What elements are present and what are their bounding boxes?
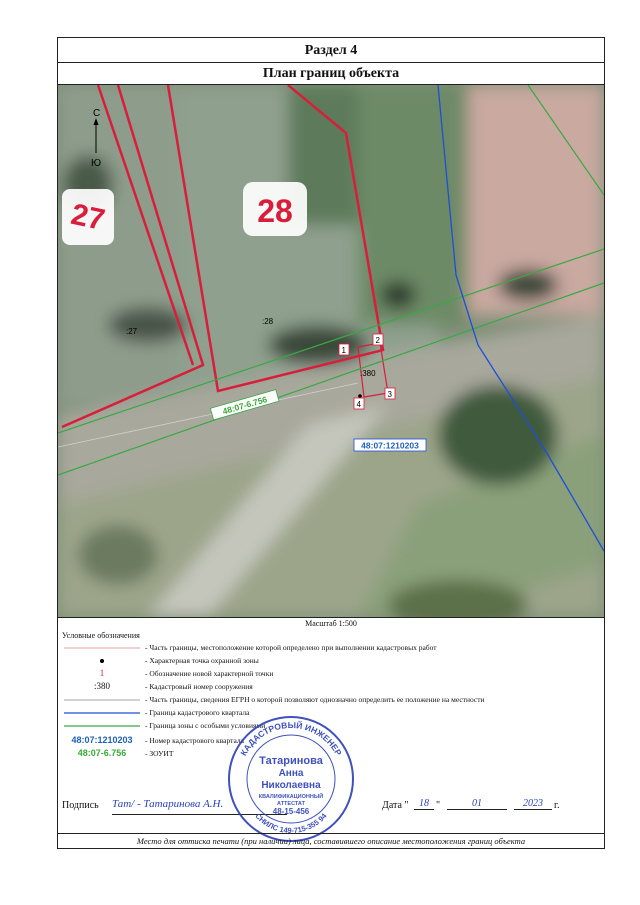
date-year: 2023	[514, 798, 552, 810]
aerial-texture	[58, 85, 604, 617]
label-28: :28	[262, 317, 274, 326]
parcel-28-badge: 28	[243, 182, 307, 236]
quarter-label: 48:07:1210203	[361, 441, 419, 451]
point-3: 3	[384, 387, 396, 400]
section-title: Раздел 4	[58, 38, 604, 63]
legend-item-new-boundary: - Часть границы, местоположение которой …	[58, 642, 598, 653]
parcel-27-badge: 27	[62, 189, 114, 245]
point-2: 2	[372, 333, 384, 346]
footer-note: Место для оттиска печати (при наличии) л…	[58, 833, 604, 846]
date-month: 01	[447, 798, 507, 810]
stamp-name-2: Анна	[279, 768, 304, 779]
svg-text:3: 3	[388, 390, 393, 399]
legend-item-zone-point: - Характерная точка охранной зоны	[58, 655, 598, 666]
stamp-top-arc: КАДАСТРОВЫЙ ИНЖЕНЕР	[238, 719, 344, 757]
date-day: 18	[414, 798, 434, 810]
scale-label: Масштаб 1:500	[305, 619, 357, 628]
legend-item-structure-number: :380 - Кадастровый номер сооружения	[93, 681, 253, 691]
svg-text:2: 2	[376, 336, 381, 345]
legend-symbol-gray-line	[64, 699, 140, 701]
date-year-suffix: г.	[554, 800, 560, 811]
signature-label: Подпись	[62, 800, 99, 811]
point-1: 1	[338, 343, 350, 356]
legend-symbol-blue-line	[64, 712, 140, 714]
aerial-map: С Ю 27 28 :27 :28 :380 1 2 3 4 48:07-6.7…	[58, 85, 604, 618]
south-label: Ю	[91, 158, 101, 169]
legend-symbol-pink-line	[64, 647, 140, 649]
legend-item-egrn-boundary: - Часть границы, сведения ЕГРН о которой…	[58, 694, 598, 705]
stamp-name-3: Николаевна	[261, 780, 321, 791]
stamp-cert-1: КВАЛИФИКАЦИОННЫЙ	[259, 792, 323, 800]
legend-symbol-dot	[100, 659, 104, 663]
parcel-28-number: 28	[257, 193, 293, 229]
map-svg: С Ю 27 28 :27 :28 :380 1 2 3 4 48:07-6.7…	[58, 85, 604, 617]
label-380: :380	[360, 369, 376, 378]
zone-point	[358, 394, 362, 398]
north-label: С	[93, 108, 100, 119]
svg-text:1: 1	[342, 346, 347, 355]
svg-text:КАДАСТРОВЫЙ ИНЖЕНЕР: КАДАСТРОВЫЙ ИНЖЕНЕР	[238, 719, 344, 757]
parcel-27-number: 27	[68, 198, 108, 237]
engineer-stamp: КАДАСТРОВЫЙ ИНЖЕНЕР СНИЛС 149-715-355 94…	[228, 716, 354, 842]
svg-text:4: 4	[357, 400, 362, 409]
point-4: 4	[353, 397, 365, 410]
date-label: Дата "	[382, 800, 409, 811]
label-27: :27	[126, 327, 138, 336]
stamp-cert-number: 48-15-456	[273, 807, 310, 816]
legend-symbol-green-line	[64, 725, 140, 727]
legend-item-new-point: 1 - Обозначение новой характерной точки	[99, 668, 274, 678]
legend-title: Условные обозначения	[62, 631, 140, 640]
page-frame: Раздел 4 План границ объекта С Ю 27 28:…	[57, 37, 605, 849]
quarter-label-box: 48:07:1210203	[353, 438, 427, 452]
stamp-name-1: Татаринова	[259, 755, 324, 767]
plan-title: План границ объекта	[58, 63, 604, 85]
